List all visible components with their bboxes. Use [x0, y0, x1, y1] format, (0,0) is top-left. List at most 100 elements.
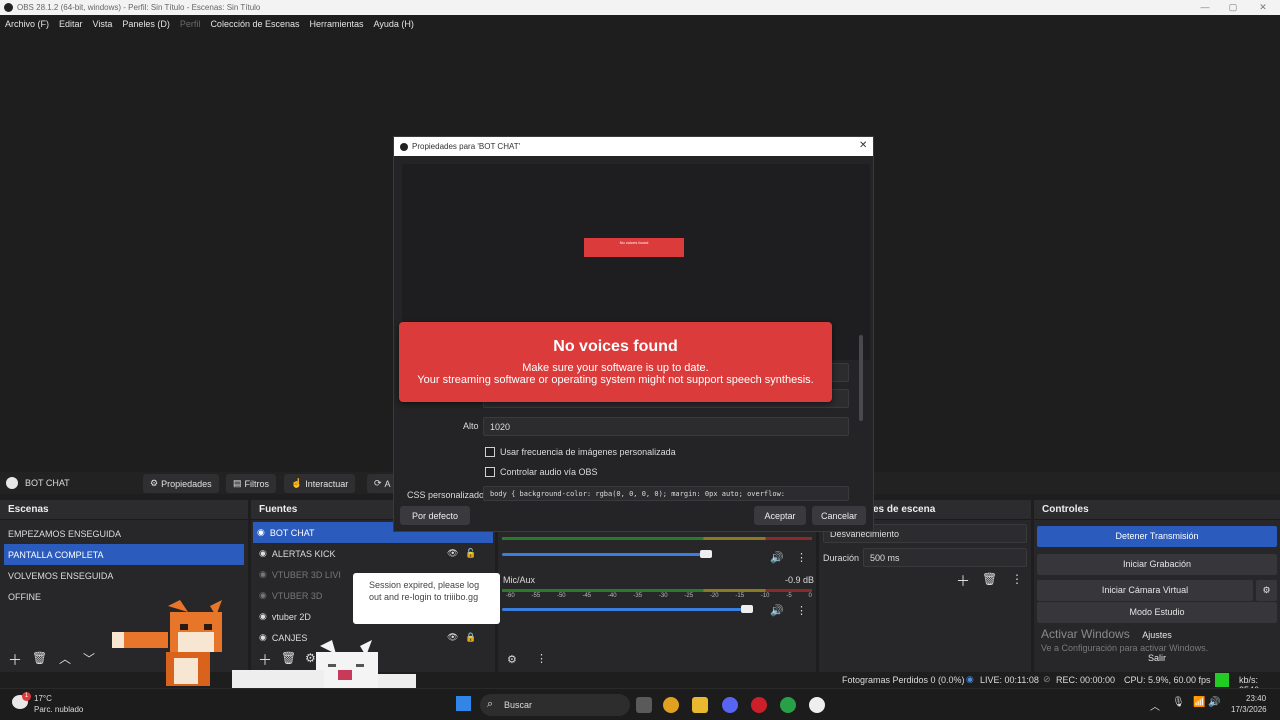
interact-button[interactable]: ☝ Interactuar — [284, 474, 356, 493]
close-window-icon[interactable]: ✕ — [1248, 0, 1278, 15]
filters-label: Filtros — [244, 478, 270, 489]
menu-coleccion-escenas[interactable]: Colección de Escenas — [210, 19, 299, 29]
duration-field[interactable]: 500 ms — [863, 548, 1027, 567]
dropped-frames: Fotogramas Perdidos 0 (0.0%) — [842, 675, 965, 685]
trash-icon[interactable]: 🗑 — [32, 651, 47, 665]
menu-paneles[interactable]: Paneles (D) — [122, 19, 170, 29]
more-options-icon[interactable]: ⋮ — [1011, 572, 1023, 586]
volume-slider-track[interactable] — [502, 553, 706, 556]
maximize-icon[interactable]: ▢ — [1218, 0, 1248, 15]
volume-slider-track[interactable] — [502, 608, 748, 611]
custom-fps-label: Usar frecuencia de imágenes personalizad… — [500, 447, 676, 457]
stop-stream-button[interactable]: Detener Transmisión — [1037, 526, 1277, 547]
source-item[interactable]: ◉ ALERTAS KICK 👁 🔓 — [251, 543, 495, 564]
menu-vista[interactable]: Vista — [93, 19, 113, 29]
windows-start-icon[interactable] — [456, 696, 471, 711]
browser-source-icon — [6, 477, 18, 489]
fox-mascot-image — [112, 600, 222, 686]
dialog-title: Propiedades para 'BOT CHAT' — [412, 142, 521, 151]
tick-label: -15 — [735, 593, 745, 599]
tick-label: 0 — [808, 593, 812, 599]
volume-slider-handle[interactable] — [741, 605, 753, 613]
add-transition-icon[interactable]: ＋ — [956, 571, 970, 591]
lock-icon[interactable]: 🔒 — [465, 632, 476, 643]
scene-item[interactable]: EMPEZAMOS ENSEGUIDA — [0, 523, 248, 544]
chrome-icon[interactable] — [663, 697, 679, 713]
more-options-icon[interactable]: ⋮ — [796, 604, 807, 617]
obs-taskbar-icon[interactable] — [809, 697, 825, 713]
rec-time: REC: 00:00:00 — [1056, 675, 1116, 685]
tick-label: -10 — [760, 593, 770, 599]
task-view-icon[interactable] — [636, 697, 652, 713]
file-explorer-icon[interactable] — [692, 697, 708, 713]
speaker-icon[interactable]: 🔊 — [770, 551, 784, 564]
properties-button[interactable]: ⚙ Propiedades — [143, 474, 219, 493]
speaker-icon[interactable]: 🔊 — [770, 604, 784, 617]
defaults-button[interactable]: Por defecto — [400, 506, 470, 525]
record-icon: ⊘ — [1043, 674, 1051, 684]
clock-date[interactable]: 17/3/2026 — [1231, 705, 1267, 714]
discord-icon[interactable] — [722, 697, 738, 713]
toast-line1: Make sure your software is up to date. — [522, 362, 709, 374]
accept-button[interactable]: Aceptar — [754, 506, 806, 525]
menu-archivo[interactable]: Archivo (F) — [5, 19, 49, 29]
opera-icon[interactable] — [751, 697, 767, 713]
filters-button[interactable]: ▤ Filtros — [226, 474, 277, 493]
toast-title: No voices found — [553, 338, 678, 355]
volume-slider-handle[interactable] — [700, 550, 712, 558]
eye-icon[interactable]: 👁 — [447, 548, 458, 559]
trash-icon[interactable]: 🗑 — [982, 572, 997, 586]
css-textarea[interactable]: body { background-color: rgba(0, 0, 0, 0… — [483, 486, 849, 501]
dialog-scrollbar[interactable] — [859, 335, 863, 421]
volume-meter — [502, 589, 812, 592]
menu-herramientas[interactable]: Herramientas — [310, 19, 364, 29]
source-label: VTUBER 3D — [271, 590, 323, 601]
duration-value: 500 ms — [870, 552, 900, 563]
custom-fps-checkbox[interactable] — [485, 447, 495, 457]
window-titlebar: OBS 28.1.2 (64-bit, windows) - Perfil: S… — [0, 0, 1280, 15]
interact-label: Interactuar — [305, 478, 349, 489]
move-up-icon[interactable]: ︿ — [59, 650, 71, 667]
control-audio-checkbox[interactable] — [485, 467, 495, 477]
alto-label: Alto — [463, 421, 479, 431]
tick-label: -40 — [607, 593, 617, 599]
tick-label: -30 — [658, 593, 668, 599]
wifi-icon[interactable]: 📶 — [1193, 697, 1205, 708]
source-label: vtuber 2D — [271, 611, 311, 622]
virtual-cam-button[interactable]: Iniciar Cámara Virtual — [1037, 580, 1253, 601]
height-field[interactable]: 1020 — [483, 417, 849, 436]
more-options-icon[interactable]: ⋮ — [536, 652, 547, 665]
close-dialog-icon[interactable]: ✕ — [859, 140, 867, 151]
taskbar-search-box[interactable]: ⌕ Buscar — [480, 694, 630, 716]
show-hidden-icons-icon[interactable]: ︿ — [1150, 698, 1160, 713]
more-options-icon[interactable]: ⋮ — [796, 551, 807, 564]
duration-label: Duración — [823, 553, 860, 563]
volume-icon[interactable]: 🔊 — [1208, 697, 1220, 708]
move-down-icon[interactable]: ﹀ — [83, 650, 95, 667]
add-scene-icon[interactable]: ＋ — [8, 650, 22, 670]
menu-editar[interactable]: Editar — [59, 19, 83, 29]
eye-icon[interactable]: 👁 — [447, 632, 458, 643]
menu-ayuda[interactable]: Ayuda (H) — [374, 19, 414, 29]
studio-mode-button[interactable]: Modo Estudio — [1037, 602, 1277, 623]
pointer-icon: ☝ — [291, 478, 303, 488]
gear-icon[interactable]: ⚙ — [1256, 580, 1277, 601]
session-expired-tooltip: Session expired, please log out and re-l… — [353, 573, 500, 624]
minimize-icon[interactable]: — — [1190, 0, 1220, 15]
audio-channel-db: -0.9 dB — [785, 575, 815, 585]
start-recording-button[interactable]: Iniciar Grabación — [1037, 554, 1277, 575]
microphone-icon[interactable]: 🎙 — [1172, 697, 1185, 708]
chrome-alt-icon[interactable] — [780, 697, 796, 713]
scene-item[interactable]: VOLVEMOS ENSEGUIDA — [0, 565, 248, 586]
unlock-icon[interactable]: 🔓 — [465, 548, 476, 559]
taskbar-search-label: Buscar — [504, 700, 533, 710]
clock-time[interactable]: 23:40 — [1246, 694, 1266, 703]
preview-error-banner: No voices found — [584, 238, 684, 257]
menu-perfil[interactable]: Perfil — [180, 19, 201, 29]
windows-taskbar: 1 17°C Parc. nublado ⌕ Buscar ︿ 🎙 📶 🔊 23… — [0, 688, 1280, 720]
weather-badge: 1 — [22, 692, 31, 701]
cancel-button[interactable]: Cancelar — [812, 506, 866, 525]
scene-item-selected[interactable]: PANTALLA COMPLETA — [4, 544, 244, 565]
gear-icon[interactable]: ⚙ — [507, 653, 517, 666]
search-icon: ⌕ — [487, 698, 494, 710]
